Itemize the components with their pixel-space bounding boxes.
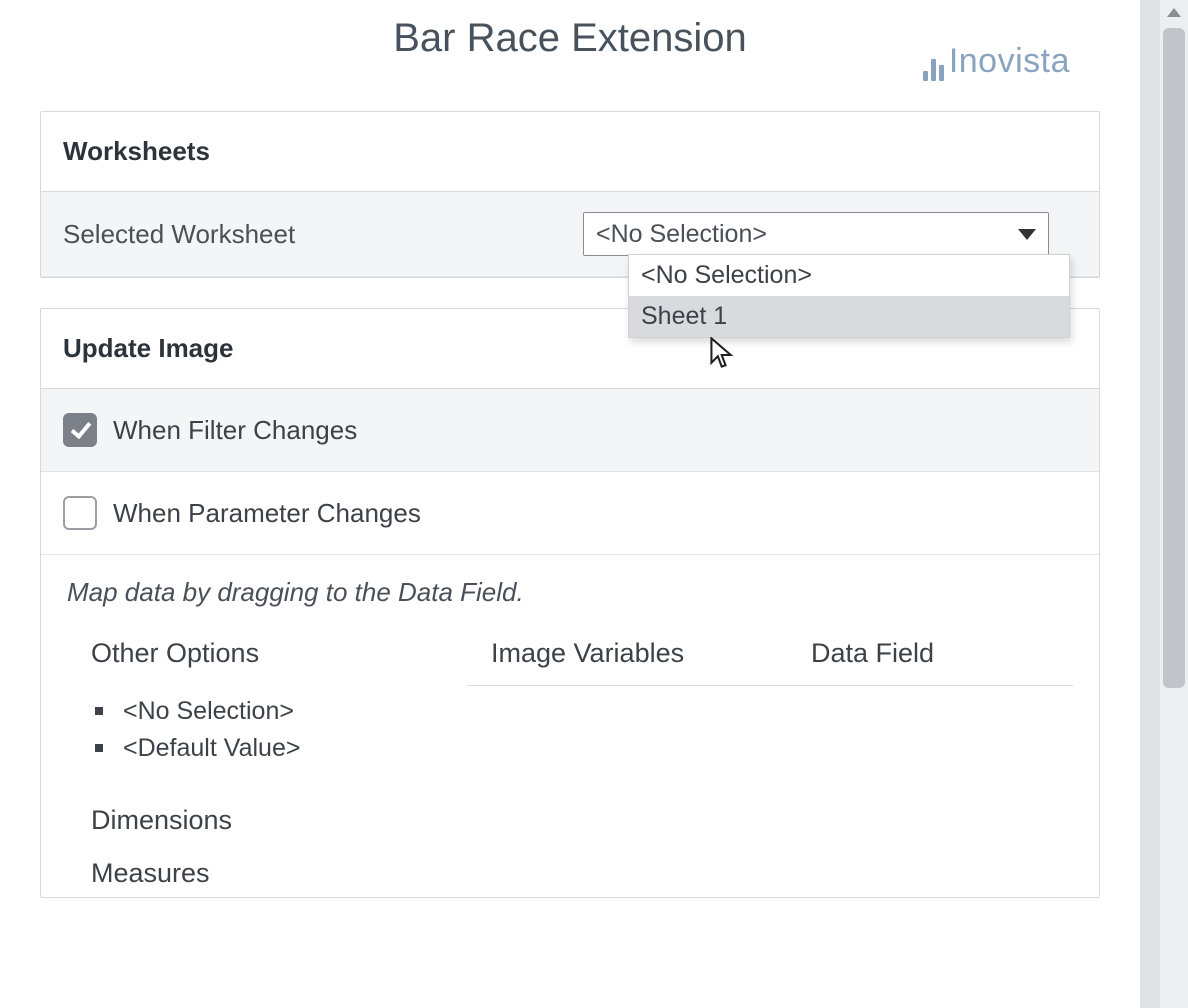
filter-changes-checkbox[interactable] — [63, 413, 97, 447]
measures-heading: Measures — [67, 844, 467, 897]
worksheets-header: Worksheets — [41, 112, 1099, 192]
other-item-no-selection[interactable]: <No Selection> — [95, 693, 467, 730]
worksheet-select-value: <No Selection> — [596, 220, 767, 249]
param-changes-checkbox[interactable] — [63, 496, 97, 530]
scrollbar-up-button[interactable] — [1160, 0, 1188, 24]
worksheet-dropdown: <No Selection> Sheet 1 — [628, 254, 1070, 338]
header: Bar Race Extension Inovista — [0, 0, 1140, 101]
image-variables-column: Image Variables — [467, 622, 787, 897]
other-options-column: Other Options <No Selection> <Default Va… — [67, 622, 467, 897]
other-options-list: <No Selection> <Default Value> — [95, 693, 467, 767]
selected-worksheet-label: Selected Worksheet — [63, 219, 583, 250]
data-field-column: Data Field — [787, 622, 1073, 897]
worksheet-option-none[interactable]: <No Selection> — [629, 255, 1069, 296]
filter-changes-label: When Filter Changes — [113, 415, 357, 446]
scrollbar-track[interactable] — [1160, 0, 1188, 1008]
param-changes-label: When Parameter Changes — [113, 498, 421, 529]
worksheets-panel: Worksheets Selected Worksheet <No Select… — [40, 111, 1100, 278]
other-item-default-value[interactable]: <Default Value> — [95, 730, 467, 767]
mapping-columns: Other Options <No Selection> <Default Va… — [41, 614, 1099, 897]
window-right-edge — [1140, 0, 1160, 1008]
data-field-title: Data Field — [787, 622, 1073, 686]
selected-worksheet-row: Selected Worksheet <No Selection> <No Se… — [41, 192, 1099, 277]
brand-text: Inovista — [949, 42, 1070, 81]
worksheet-option-sheet1[interactable]: Sheet 1 — [629, 296, 1069, 337]
other-options-title: Other Options — [67, 622, 467, 685]
brand-logo: Inovista — [923, 42, 1070, 81]
update-image-panel: Update Image When Filter Changes When Pa… — [40, 308, 1100, 898]
image-variables-title: Image Variables — [467, 622, 787, 686]
filter-changes-row[interactable]: When Filter Changes — [41, 389, 1099, 472]
param-changes-row[interactable]: When Parameter Changes — [41, 472, 1099, 555]
page-title: Bar Race Extension — [240, 10, 900, 61]
dimensions-heading: Dimensions — [67, 791, 467, 844]
scrollbar-thumb[interactable] — [1163, 28, 1185, 688]
brand-bars-icon — [923, 53, 944, 81]
worksheet-select[interactable]: <No Selection> — [583, 212, 1049, 256]
mapping-instruction: Map data by dragging to the Data Field. — [41, 555, 1099, 614]
chevron-down-icon — [1018, 229, 1036, 240]
